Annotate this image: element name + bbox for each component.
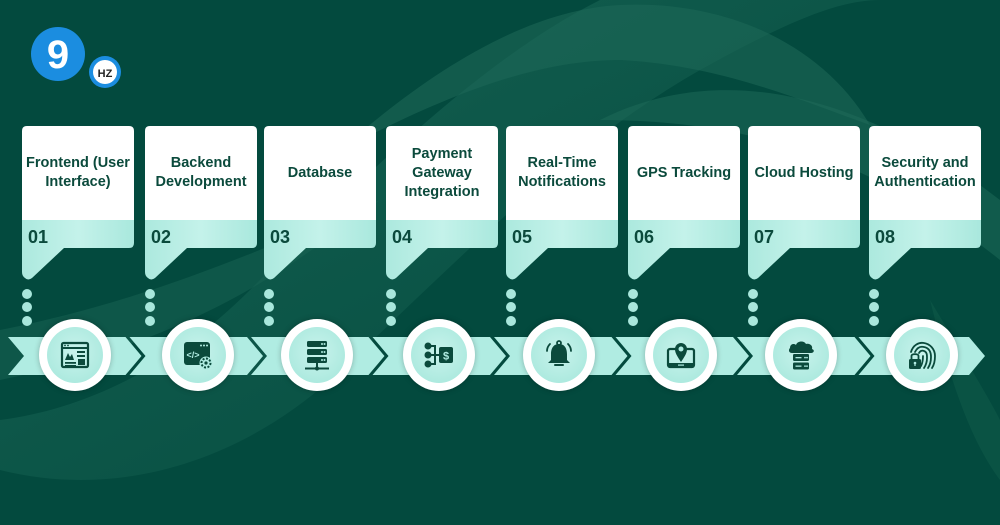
step-card: Real-Time Notifications 05 [506, 126, 618, 280]
step-number: 02 [151, 227, 172, 247]
step-number: 06 [634, 227, 655, 247]
step-card: Frontend (User Interface) 01 [22, 126, 134, 280]
step-number: 04 [392, 227, 413, 247]
connector-dot [145, 316, 155, 326]
bell-icon [546, 340, 572, 366]
connector-dot [386, 289, 396, 299]
connector-dot [869, 289, 879, 299]
step-card: Cloud Hosting 07 [748, 126, 860, 280]
step-card: Database 03 [264, 126, 376, 280]
icon-inner [773, 327, 829, 383]
step-icon-circle [645, 319, 717, 391]
connector-dot [869, 316, 879, 326]
server-database-icon [305, 341, 329, 371]
connector-dot [145, 302, 155, 312]
logo-badge-text: HZ [98, 68, 113, 80]
connector-dot [264, 316, 274, 326]
icon-inner [289, 327, 345, 383]
step-icon-circle: </> [162, 319, 234, 391]
connector-dot [506, 316, 516, 326]
step-card: Backend Development 02 [145, 126, 257, 280]
connector-dot [22, 316, 32, 326]
step-number: 07 [754, 227, 775, 247]
cloud-server-icon [788, 341, 814, 370]
step-number: 01 [28, 227, 49, 247]
step-icon-circle: $ [403, 319, 475, 391]
step-number: 08 [875, 227, 896, 247]
step-title: GPS Tracking [636, 164, 732, 181]
step-card: GPS Tracking 06 [628, 126, 740, 280]
step-title: Security and Authentication [874, 155, 976, 190]
step-icon-circle [523, 319, 595, 391]
step-title: Payment Gateway Integration [404, 145, 480, 200]
brand-logo: 9 HZ [29, 26, 124, 91]
icon-inner: </> [170, 327, 226, 383]
step-icon-circle [39, 319, 111, 391]
step-title: Real-Time Notifications [518, 155, 606, 190]
logo-main-text: 9 [47, 33, 69, 77]
icon-inner [531, 327, 587, 383]
connector-dot [386, 316, 396, 326]
connector-dot [628, 302, 638, 312]
step-title: Backend Development [155, 155, 247, 190]
connector-dot [264, 302, 274, 312]
connector-dot [386, 302, 396, 312]
step-card: Payment Gateway Integration 04 [386, 126, 498, 280]
step-title: Frontend (User Interface) [26, 155, 130, 190]
connector-dot [748, 316, 758, 326]
connector-dot [264, 289, 274, 299]
step-card: Security and Authentication 08 [869, 126, 981, 280]
connector-dot [145, 289, 155, 299]
step-title: Cloud Hosting [754, 164, 854, 181]
connector-dot [22, 289, 32, 299]
timeline-arrow-band [8, 337, 985, 375]
step-number: 03 [270, 227, 291, 247]
icon-inner [894, 327, 950, 383]
connector-dot [748, 289, 758, 299]
connector-dot [22, 302, 32, 312]
icon-inner: $ [411, 327, 467, 383]
connector-dot [869, 302, 879, 312]
step-number: 05 [512, 227, 533, 247]
step-icon-circle [765, 319, 837, 391]
svg-text:$: $ [443, 351, 449, 363]
connector-dot [748, 302, 758, 312]
web-layout-icon [60, 341, 90, 369]
connector-dot [506, 302, 516, 312]
step-icon-circle [281, 319, 353, 391]
connector-dot [628, 316, 638, 326]
icon-inner [47, 327, 103, 383]
fingerprint-lock-icon [909, 341, 936, 369]
laptop-location-icon [666, 343, 696, 369]
step-title: Database [287, 164, 353, 181]
step-icon-circle [886, 319, 958, 391]
icon-inner [653, 327, 709, 383]
connector-dot [628, 289, 638, 299]
payment-gateway-icon: $ [424, 342, 453, 368]
svg-text:</>: </> [186, 350, 199, 360]
connector-dot [506, 289, 516, 299]
code-settings-icon: </> [184, 342, 213, 370]
